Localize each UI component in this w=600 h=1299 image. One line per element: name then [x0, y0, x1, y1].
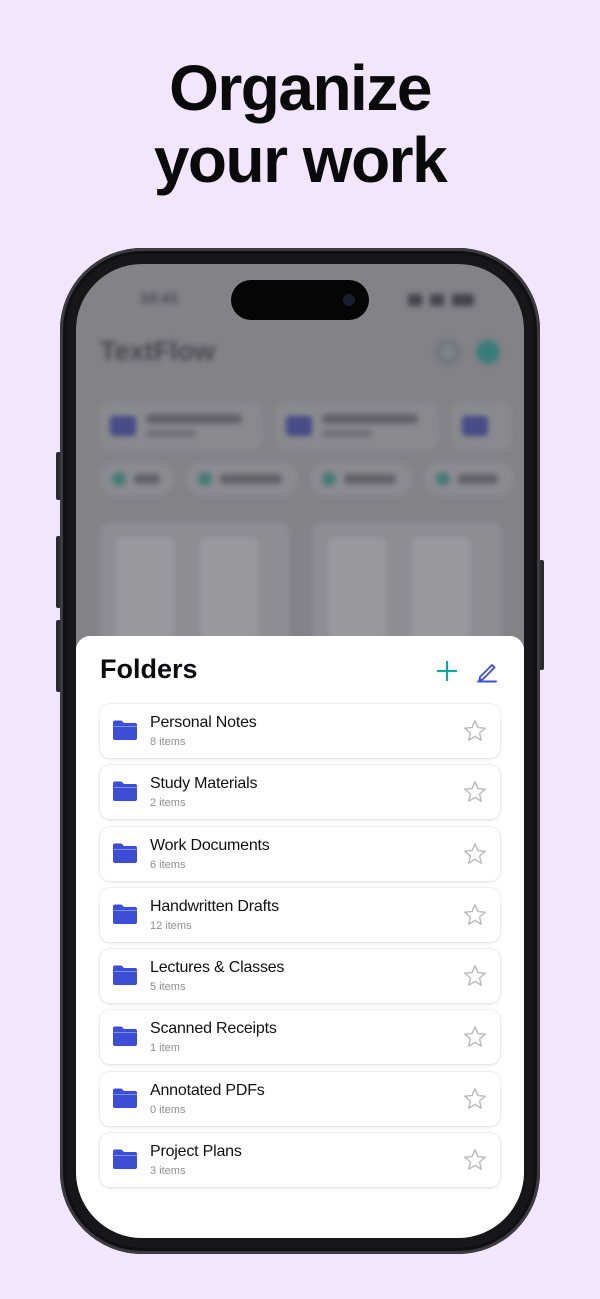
favorite-star-button[interactable] [462, 963, 488, 989]
favorite-star-button[interactable] [462, 779, 488, 805]
folder-item-count: 6 items [150, 858, 186, 871]
favorite-star-button[interactable] [462, 718, 488, 744]
folder-row[interactable]: Handwritten Drafts 12 items [100, 887, 500, 942]
folder-item-count: 8 items [150, 736, 186, 748]
sheet-title: Folders [100, 654, 198, 684]
folder-row[interactable]: Lectures & Classes 5 items [100, 949, 500, 1004]
folder-icon [113, 843, 137, 863]
edit-folders-button[interactable] [474, 658, 500, 684]
battery-icon [452, 294, 474, 306]
folder-name: Handwritten Drafts [150, 897, 279, 915]
folder-item-count: 5 items [150, 981, 186, 994]
folder-item-count: 3 items [150, 1165, 186, 1178]
folder-card [452, 402, 512, 450]
favorite-star-button[interactable] [462, 1024, 488, 1050]
folder-card [276, 402, 438, 450]
folder-row[interactable]: Study Materials 2 items [100, 765, 500, 820]
plus-icon [436, 660, 458, 682]
folder-icon [113, 1088, 137, 1108]
tag-chip [186, 462, 298, 496]
add-folder-button[interactable] [434, 658, 460, 684]
tag-chips [100, 462, 514, 496]
folder-icon [113, 720, 137, 740]
star-outline-icon [464, 1087, 486, 1109]
avatar [476, 340, 500, 364]
star-outline-icon [464, 720, 486, 741]
search-icon [436, 340, 460, 364]
status-time: 10:41 [140, 290, 179, 307]
folder-item-count: 0 items [150, 1103, 186, 1116]
favorite-star-button[interactable] [462, 841, 488, 867]
folder-item-count: 12 items [150, 919, 192, 932]
folder-card [100, 402, 262, 450]
folder-row[interactable]: Personal Notes 8 items [100, 704, 500, 758]
pencil-icon [477, 664, 497, 683]
folders-sheet: Folders Personal Notes 8 items Study Mater… [76, 636, 524, 1238]
folder-row[interactable]: Scanned Receipts 1 item [100, 1010, 500, 1065]
promo-page: Organize your work 10:41 TextFlow Folder… [0, 0, 600, 1299]
favorite-star-button[interactable] [462, 902, 488, 928]
folder-name: Work Documents [150, 836, 270, 854]
folder-cards [100, 402, 512, 450]
folder-icon [113, 1026, 137, 1047]
star-outline-icon [464, 903, 486, 925]
folder-item-count: 1 item [150, 1042, 180, 1055]
folder-row[interactable]: Annotated PDFs 0 items [100, 1071, 500, 1126]
folder-icon [113, 904, 137, 924]
headline: Organize your work [0, 52, 600, 196]
star-outline-icon [464, 781, 486, 803]
folder-name: Scanned Receipts [150, 1020, 277, 1038]
star-outline-icon [464, 965, 486, 987]
favorite-star-button[interactable] [462, 1147, 488, 1173]
app-title: TextFlow [100, 336, 216, 366]
sheet-header: Folders [100, 652, 500, 692]
folder-name: Lectures & Classes [150, 959, 285, 977]
tag-chip [424, 462, 514, 496]
front-camera [343, 294, 355, 306]
app-actions [436, 340, 500, 364]
folder-row[interactable]: Work Documents 6 items [100, 826, 500, 881]
folder-icon [113, 965, 137, 986]
headline-line-1: Organize [169, 52, 432, 124]
headline-line-2: your work [153, 124, 448, 196]
folder-list: Personal Notes 8 items Study Materials 2 it… [100, 704, 500, 1194]
tag-chip [310, 462, 412, 496]
star-outline-icon [464, 1149, 486, 1170]
folder-row[interactable]: Project Plans 3 items [100, 1133, 500, 1188]
dynamic-island [231, 280, 369, 320]
status-icons [408, 294, 474, 306]
folder-icon [113, 1149, 137, 1170]
folder-icon [113, 781, 137, 802]
wifi-icon [430, 294, 444, 306]
folder-name: Personal Notes [150, 714, 257, 731]
folder-name: Project Plans [150, 1143, 242, 1161]
star-outline-icon [464, 842, 486, 864]
star-outline-icon [464, 1026, 486, 1048]
tag-chip [100, 462, 174, 496]
signal-icon [408, 294, 422, 306]
phone-screen: 10:41 TextFlow Folders Personal Notes 8 … [76, 264, 524, 1238]
folder-item-count: 2 items [150, 797, 186, 810]
folder-name: Study Materials [150, 775, 258, 793]
folder-name: Annotated PDFs [150, 1081, 265, 1099]
favorite-star-button[interactable] [462, 1086, 488, 1112]
